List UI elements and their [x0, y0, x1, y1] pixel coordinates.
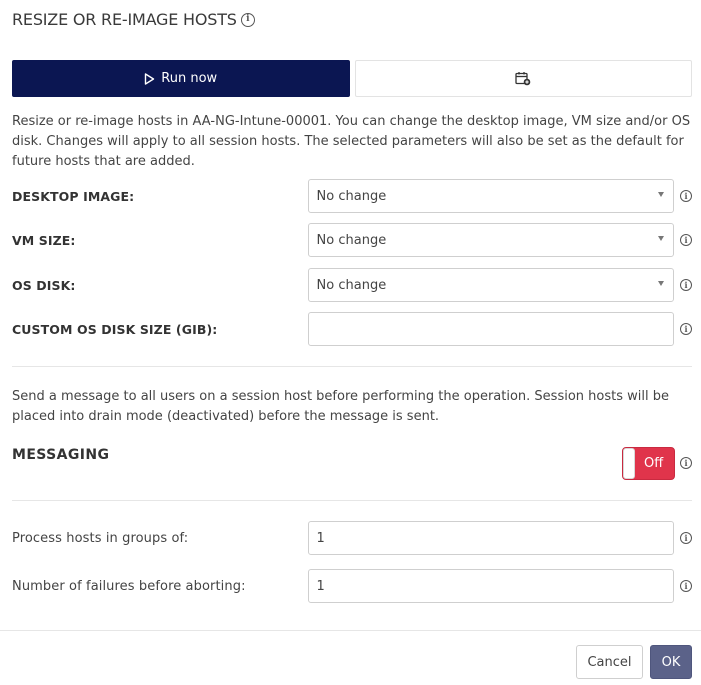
os-disk-label: OS DISK:: [12, 277, 76, 293]
vm-size-select[interactable]: No change: [307, 223, 675, 257]
os-disk-row: OS DISK: No change i: [12, 268, 692, 302]
ok-button[interactable]: OK: [650, 645, 692, 679]
play-icon: [145, 72, 155, 85]
tab-run-now-label: Run now: [161, 71, 218, 86]
info-icon[interactable]: i: [680, 190, 692, 202]
messaging-description: Send a message to all users on a session…: [12, 389, 669, 424]
custom-os-disk-size-label: CUSTOM OS DISK SIZE (GIB):: [12, 321, 218, 337]
vm-size-row: VM SIZE: No change i: [12, 223, 692, 257]
vm-size-value: No change: [316, 232, 387, 248]
operation-description: Resize or re-image hosts in AA-NG-Intune…: [12, 114, 691, 169]
cancel-button[interactable]: Cancel: [576, 645, 643, 679]
groups-input[interactable]: 1: [307, 521, 675, 555]
toggle-knob: [623, 448, 635, 479]
vm-size-label: VM SIZE:: [12, 232, 76, 248]
messaging-label: MESSAGING: [12, 447, 110, 463]
failures-input[interactable]: 1: [307, 569, 675, 603]
caret-down-icon: [658, 281, 665, 286]
custom-os-disk-size-input[interactable]: [307, 312, 675, 346]
info-icon[interactable]: i: [680, 457, 692, 469]
tab-run-now[interactable]: Run now: [12, 60, 350, 97]
section-divider: [12, 500, 692, 501]
groups-label: Process hosts in groups of:: [12, 530, 189, 546]
footer-divider: [0, 630, 701, 631]
groups-value: 1: [316, 530, 325, 546]
info-icon[interactable]: i: [680, 323, 692, 335]
info-icon[interactable]: i: [680, 279, 692, 291]
failures-label: Number of failures before aborting:: [12, 578, 246, 594]
groups-row: Process hosts in groups of: 1 i: [12, 521, 692, 555]
os-disk-value: No change: [316, 277, 387, 293]
failures-row: Number of failures before aborting: 1 i: [12, 569, 692, 603]
calendar-add-icon: [515, 72, 531, 86]
dialog-title: RESIZE OR RE-IMAGE HOSTS i: [12, 10, 255, 29]
info-icon[interactable]: i: [680, 532, 692, 544]
info-icon[interactable]: i: [240, 12, 255, 27]
messaging-toggle[interactable]: Off: [622, 447, 675, 480]
messaging-toggle-text: Off: [644, 456, 664, 471]
desktop-image-value: No change: [316, 188, 387, 204]
caret-down-icon: [658, 236, 665, 241]
section-divider: [12, 366, 692, 367]
run-mode-tabs: Run now: [12, 60, 692, 97]
info-icon[interactable]: i: [680, 580, 692, 592]
os-disk-select[interactable]: No change: [307, 268, 675, 302]
info-icon[interactable]: i: [680, 234, 692, 246]
dialog-title-text: RESIZE OR RE-IMAGE HOSTS: [12, 10, 237, 29]
desktop-image-select[interactable]: No change: [307, 179, 675, 213]
desktop-image-label: DESKTOP IMAGE:: [12, 188, 135, 204]
failures-value: 1: [316, 578, 325, 594]
custom-os-disk-size-row: CUSTOM OS DISK SIZE (GIB): i: [12, 312, 692, 346]
tab-schedule[interactable]: [354, 60, 692, 97]
caret-down-icon: [658, 192, 665, 197]
desktop-image-row: DESKTOP IMAGE: No change i: [12, 179, 692, 213]
